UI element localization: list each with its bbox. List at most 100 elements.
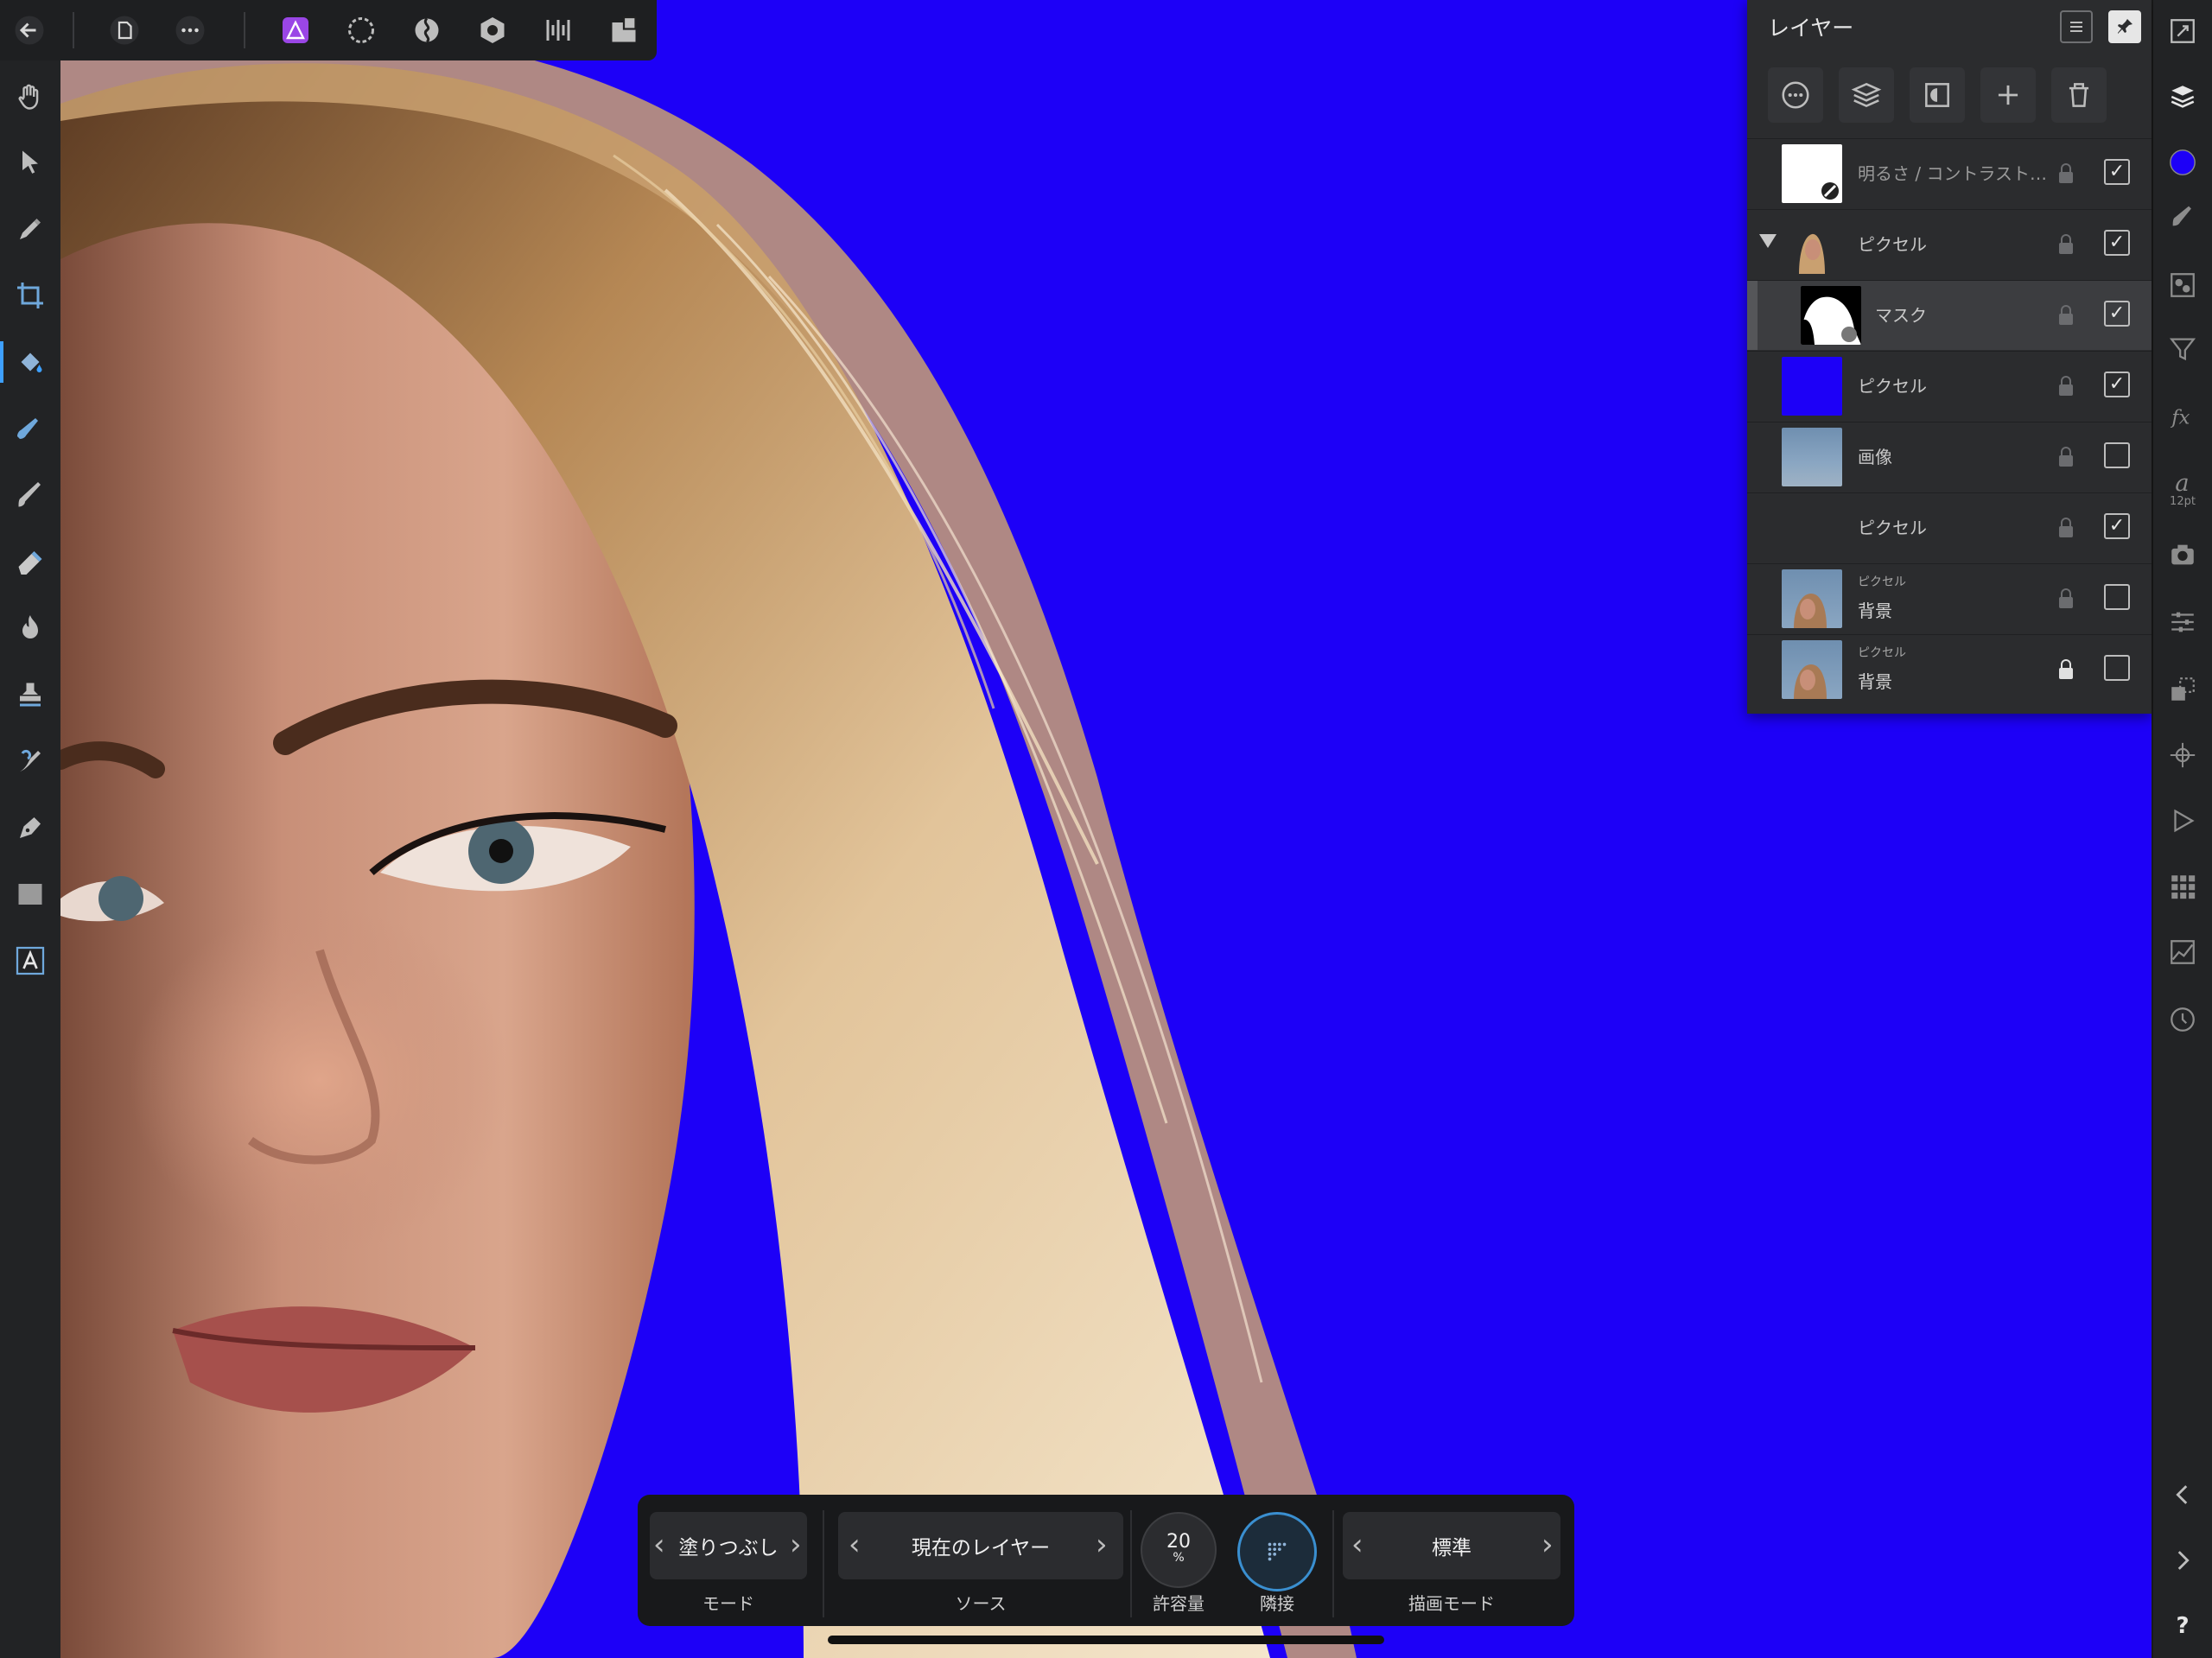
expand-triangle-icon[interactable]	[1759, 234, 1777, 248]
chevron-right-icon[interactable]: ›	[1541, 1529, 1555, 1560]
navigator-icon[interactable]	[2165, 14, 2200, 48]
history-icon[interactable]	[2165, 1002, 2200, 1037]
chevron-left-icon[interactable]: ‹	[849, 1529, 862, 1560]
layer-row[interactable]: ピクセル 背景	[1747, 634, 2152, 704]
chevron-left-icon[interactable]: ‹	[653, 1529, 667, 1560]
burn-tool-icon[interactable]	[13, 611, 48, 645]
flood-fill-tool-icon[interactable]	[0, 341, 48, 383]
collapse-right-icon[interactable]	[2165, 1543, 2200, 1578]
develop-persona-icon[interactable]	[475, 13, 510, 48]
rectangle-tool-icon[interactable]	[13, 877, 48, 912]
photo-persona-icon[interactable]	[278, 13, 313, 48]
text-tool-icon[interactable]	[13, 943, 48, 978]
layers-icon[interactable]	[2165, 79, 2200, 114]
camera-icon[interactable]	[2165, 537, 2200, 572]
snapping-icon[interactable]	[2165, 738, 2200, 772]
filter-icon[interactable]	[2165, 332, 2200, 366]
svg-text:fx: fx	[2170, 407, 2190, 429]
erase-brush-icon[interactable]	[13, 544, 48, 579]
visibility-checkbox[interactable]	[2104, 442, 2130, 468]
selection-brush-icon[interactable]	[13, 411, 48, 446]
transform-icon[interactable]	[2165, 672, 2200, 707]
lock-icon[interactable]	[2056, 162, 2075, 186]
adjustments-icon[interactable]	[2165, 605, 2200, 639]
tolerance-value: 20	[1166, 1531, 1191, 1553]
lock-icon[interactable]	[2056, 374, 2075, 398]
visibility-checkbox[interactable]: ✓	[2104, 372, 2130, 397]
layer-row[interactable]: 画像	[1747, 422, 2152, 492]
source-selector[interactable]: 現在のレイヤー	[838, 1512, 1123, 1579]
layer-row-selected[interactable]: マスク ✓	[1747, 280, 2152, 350]
lock-icon[interactable]	[2056, 587, 2075, 611]
tone-mapping-persona-icon[interactable]	[541, 13, 575, 48]
fx-icon[interactable]: fx	[2165, 399, 2200, 434]
layer-options-icon[interactable]	[1768, 67, 1823, 123]
lock-icon[interactable]	[2056, 303, 2075, 327]
layer-row[interactable]: ピクセル 背景	[1747, 563, 2152, 633]
collapse-left-icon[interactable]	[2165, 1477, 2200, 1512]
paint-brush-icon[interactable]	[13, 478, 48, 512]
layer-row[interactable]: ピクセル ✓	[1747, 492, 2152, 562]
lock-icon[interactable]	[2056, 232, 2075, 257]
visibility-checkbox[interactable]	[2104, 655, 2130, 681]
layer-row[interactable]: ピクセル ✓	[1747, 209, 2152, 279]
chevron-left-icon[interactable]: ‹	[1351, 1529, 1365, 1560]
layer-thumbnail	[1782, 215, 1842, 274]
tolerance-dial[interactable]: 20 %	[1141, 1512, 1217, 1588]
layer-row[interactable]: 明るさ / コントラスト… ✓	[1747, 138, 2152, 208]
more-icon[interactable]	[173, 13, 207, 48]
layer-row[interactable]: ピクセル ✓	[1747, 351, 2152, 421]
panel-menu-icon[interactable]	[2060, 10, 2093, 43]
chevron-right-icon[interactable]: ›	[790, 1529, 804, 1560]
layers-panel-title: レイヤー	[1768, 16, 1854, 41]
brushes-icon[interactable]	[2165, 199, 2200, 233]
visibility-checkbox[interactable]: ✓	[2104, 513, 2130, 539]
layer-name: 明るさ / コントラスト…	[1858, 163, 2048, 184]
add-mask-icon[interactable]	[1910, 67, 1965, 123]
delete-layer-icon[interactable]	[2051, 67, 2107, 123]
panel-pin-icon[interactable]	[2108, 10, 2141, 43]
home-indicator[interactable]	[828, 1636, 1384, 1644]
layer-stack-icon[interactable]	[1839, 67, 1894, 123]
pen-tool-icon[interactable]	[13, 810, 48, 845]
back-arrow-icon[interactable]	[12, 13, 47, 48]
hand-tool-icon[interactable]	[13, 79, 48, 114]
lock-icon[interactable]	[2056, 516, 2075, 540]
add-layer-icon[interactable]	[1980, 67, 2036, 123]
visibility-checkbox[interactable]	[2104, 584, 2130, 610]
blend-mode-selector[interactable]: 標準	[1343, 1512, 1560, 1579]
layer-kind: ピクセル	[1858, 646, 1906, 660]
color-swatch[interactable]	[2165, 145, 2200, 180]
lock-icon[interactable]	[2056, 657, 2075, 682]
blend-mode-label: 描画モード	[1408, 1593, 1495, 1614]
mode-selector[interactable]: 塗りつぶし	[650, 1512, 807, 1579]
channels-icon[interactable]	[2165, 268, 2200, 302]
layer-name: ピクセル	[1858, 518, 1927, 538]
selection-persona-icon[interactable]	[344, 13, 378, 48]
help-icon[interactable]: ?	[2165, 1609, 2200, 1643]
mode-value: 塗りつぶし	[678, 1537, 779, 1560]
contiguous-toggle[interactable]	[1237, 1512, 1317, 1591]
chevron-right-icon[interactable]: ›	[1096, 1529, 1109, 1560]
play-icon[interactable]	[2165, 804, 2200, 838]
liquify-persona-icon[interactable]	[410, 13, 444, 48]
move-tool-icon[interactable]	[13, 145, 48, 180]
layers-panel: レイヤー 明るさ / コントラスト… ✓ ピクセル ✓ マスク ✓ ピクセル ✓…	[1747, 0, 2152, 714]
lock-icon[interactable]	[2056, 445, 2075, 469]
svg-text:a: a	[2175, 469, 2189, 495]
grid-icon[interactable]	[2165, 869, 2200, 904]
document-icon[interactable]	[107, 13, 142, 48]
clone-stamp-icon[interactable]	[13, 677, 48, 712]
crop-tool-icon[interactable]	[13, 278, 48, 313]
layer-thumbnail	[1782, 640, 1842, 699]
text-style-icon[interactable]: a 12pt	[2165, 462, 2200, 514]
visibility-checkbox[interactable]: ✓	[2104, 301, 2130, 327]
color-picker-icon[interactable]	[13, 212, 48, 246]
export-persona-icon[interactable]	[607, 13, 641, 48]
visibility-checkbox[interactable]: ✓	[2104, 230, 2130, 256]
healing-brush-icon[interactable]	[13, 744, 48, 778]
tools-toolbar	[0, 0, 60, 1658]
visibility-checkbox[interactable]: ✓	[2104, 159, 2130, 185]
histogram-icon[interactable]	[2165, 935, 2200, 969]
source-value: 現在のレイヤー	[911, 1537, 1051, 1560]
